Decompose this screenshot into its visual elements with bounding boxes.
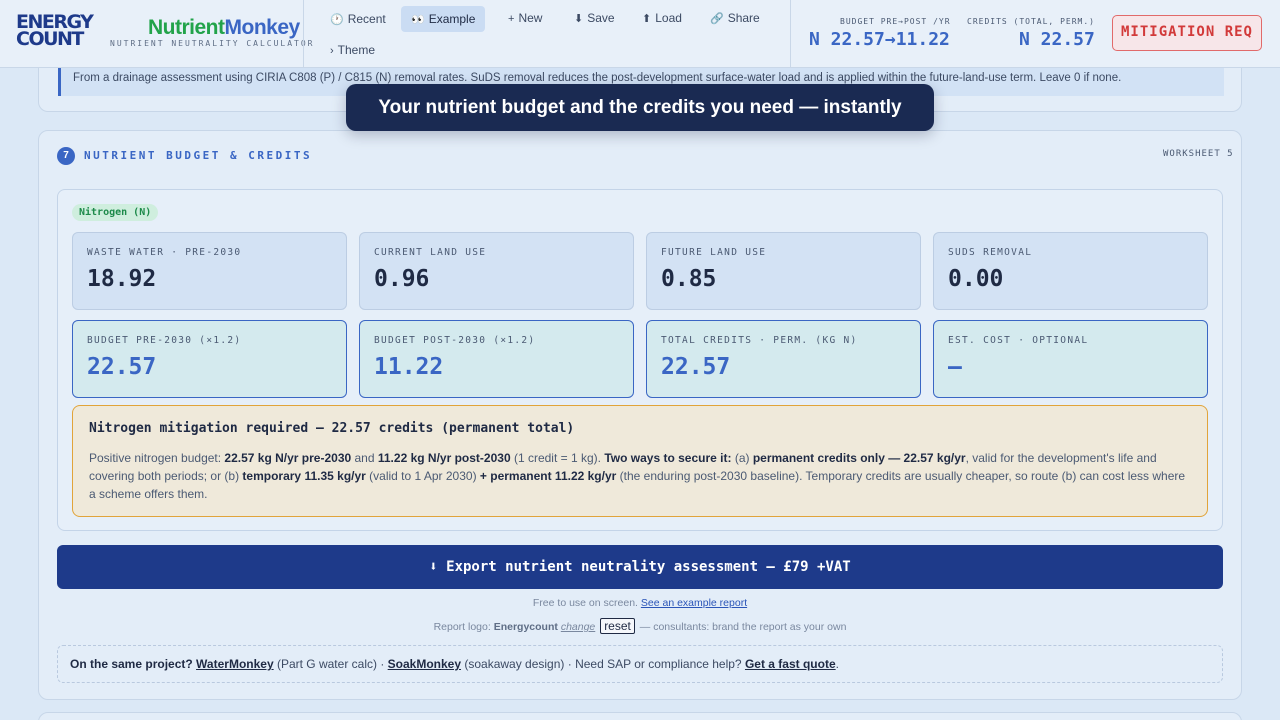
suds-removal-tile: SUDS REMOVAL 0.00 (933, 232, 1208, 310)
save-label: Save (587, 11, 615, 25)
credits-value: N 22.57 (1019, 29, 1095, 50)
new-button[interactable]: + New (498, 5, 552, 31)
example-button[interactable]: 👀 Example (401, 6, 486, 32)
reset-logo-button[interactable]: reset (600, 618, 635, 634)
budget-label: BUDGET PRE→POST /YR (840, 17, 951, 26)
mitigation-required-badge[interactable]: MITIGATION REQ (1112, 15, 1262, 51)
example-report-link[interactable]: See an example report (641, 597, 747, 609)
recent-label: Recent (347, 12, 386, 26)
download-icon: ⬇ (574, 13, 584, 25)
change-logo-link[interactable]: change (561, 621, 595, 633)
logo-name: Energycount (493, 621, 558, 633)
warning-title: Nitrogen mitigation required — 22.57 cre… (89, 421, 575, 436)
app-subtitle: NUTRIENT NEUTRALITY CALCULATOR (110, 39, 315, 48)
header-divider (790, 0, 791, 68)
load-button[interactable]: ⬆ Load (632, 5, 692, 31)
tile-label: CURRENT LAND USE (374, 247, 487, 258)
load-label: Load (655, 11, 682, 25)
current-land-use-tile: CURRENT LAND USE 0.96 (359, 232, 634, 310)
soakmonkey-link[interactable]: SoakMonkey (388, 657, 461, 671)
theme-label: Theme (337, 43, 376, 57)
export-assessment-button[interactable]: ⬇ Export nutrient neutrality assessment … (57, 545, 1223, 589)
app-header: ENERGY COUNT NutrientMonkey NUTRIENT NEU… (0, 0, 1280, 68)
section-number-badge: 7 (57, 147, 75, 165)
clock-icon: 🕐 (330, 14, 344, 26)
free-note: Free to use on screen. See an example re… (532, 597, 748, 609)
tile-label: SUDS REMOVAL (948, 247, 1033, 258)
upload-icon: ⬆ (642, 13, 652, 25)
related-tools-bar: On the same project? WaterMonkey (Part G… (57, 645, 1223, 683)
warning-body: Positive nitrogen budget: 22.57 kg N/yr … (89, 451, 1186, 501)
save-button[interactable]: ⬇ Save (564, 5, 625, 31)
tile-value: — (948, 354, 962, 380)
next-section-card (38, 712, 1242, 720)
tile-label: TOTAL CREDITS · PERM. (KG N) (661, 335, 858, 346)
header-divider (303, 0, 304, 68)
tile-value: 22.57 (661, 354, 731, 380)
app-name-part-b: Monkey (224, 16, 301, 39)
tile-label: FUTURE LAND USE (661, 247, 767, 258)
future-land-use-tile: FUTURE LAND USE 0.85 (646, 232, 921, 310)
section-title: NUTRIENT BUDGET & CREDITS (84, 149, 313, 162)
link-icon: 🔗 (710, 13, 724, 25)
brand-logo-line2: COUNT (16, 28, 84, 50)
total-credits-tile: TOTAL CREDITS · PERM. (KG N) 22.57 (646, 320, 921, 398)
tile-label: BUDGET PRE-2030 (×1.2) (87, 335, 242, 346)
nitrogen-pill: Nitrogen (N) (72, 204, 159, 221)
chevron-right-icon: › (330, 45, 334, 57)
credits-label: CREDITS (TOTAL, PERM.) (967, 17, 1095, 26)
tile-value: 11.22 (374, 354, 444, 380)
eyes-icon: 👀 (411, 14, 425, 26)
report-logo-line: Report logo: Energycount change reset — … (433, 618, 847, 634)
tile-value: 22.57 (87, 354, 157, 380)
plus-icon: + (508, 13, 515, 25)
mitigation-warning: Nitrogen mitigation required — 22.57 cre… (72, 405, 1208, 517)
energycount-logo[interactable]: ENERGY COUNT (16, 13, 104, 54)
tile-label: WASTE WATER · PRE-2030 (87, 247, 242, 258)
app-name: NutrientMonkey (148, 16, 300, 40)
recent-button[interactable]: 🕐 Recent (320, 6, 396, 32)
budget-pre-2030-tile: BUDGET PRE-2030 (×1.2) 22.57 (72, 320, 347, 398)
tile-value: 0.00 (948, 266, 1004, 292)
budget-value: N 22.57→11.22 (809, 29, 950, 50)
toast-message: Your nutrient budget and the credits you… (346, 84, 934, 131)
tile-label: EST. COST · OPTIONAL (948, 335, 1089, 346)
tile-value: 0.85 (661, 266, 717, 292)
share-label: Share (727, 11, 760, 25)
budget-post-2030-tile: BUDGET POST-2030 (×1.2) 11.22 (359, 320, 634, 398)
new-label: New (518, 11, 543, 25)
example-label: Example (428, 12, 476, 26)
fast-quote-link[interactable]: Get a fast quote (745, 657, 836, 671)
theme-button[interactable]: › Theme (320, 37, 385, 63)
tile-value: 18.92 (87, 266, 157, 292)
est-cost-tile[interactable]: EST. COST · OPTIONAL — (933, 320, 1208, 398)
watermonkey-link[interactable]: WaterMonkey (196, 657, 274, 671)
app-name-part-a: Nutrient (148, 16, 225, 39)
tile-label: BUDGET POST-2030 (×1.2) (374, 335, 536, 346)
tile-value: 0.96 (374, 266, 430, 292)
waste-water-tile: WASTE WATER · PRE-2030 18.92 (72, 232, 347, 310)
share-button[interactable]: 🔗 Share (700, 5, 770, 31)
worksheet-label: WORKSHEET 5 (1163, 149, 1234, 159)
